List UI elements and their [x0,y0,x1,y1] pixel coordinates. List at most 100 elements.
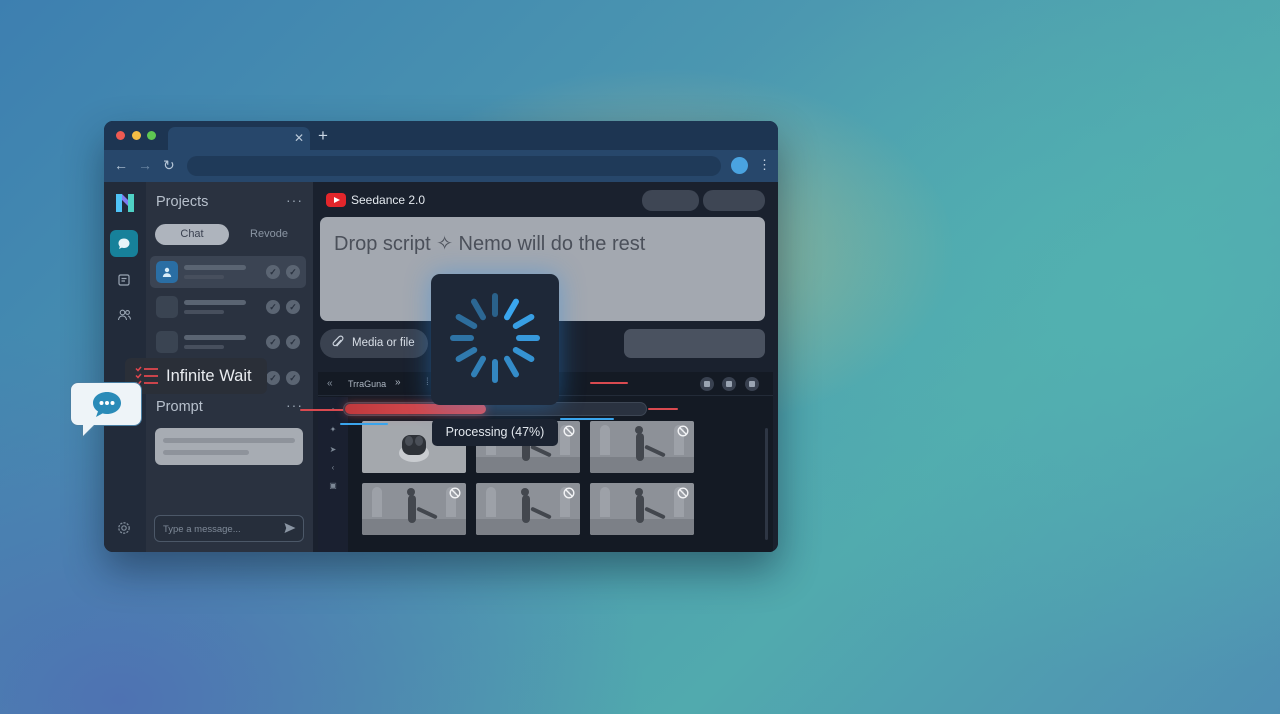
item-subtitle-placeholder [184,275,224,279]
clip-thumbnail[interactable] [362,483,466,535]
paperclip-icon [332,335,344,347]
blocked-icon[interactable] [563,425,575,437]
glitch-streak [340,423,388,425]
glitch-streak [300,409,344,411]
check-icon[interactable]: ✓ [266,265,280,279]
view-segment-control: Chat Revode [155,224,303,245]
refresh-icon[interactable] [745,377,759,391]
rail-tasks-button[interactable] [110,266,138,293]
browser-tab[interactable]: ✕ [168,127,310,150]
address-bar[interactable] [187,156,721,176]
browser-menu-icon[interactable]: ⋮ [758,157,771,173]
star-tool-icon[interactable]: ✦ [328,425,338,435]
forward-arrow-icon[interactable]: → [138,157,152,173]
item-title-placeholder [184,265,246,270]
segment-chat[interactable]: Chat [155,224,229,245]
new-tab-button[interactable]: + [318,127,328,145]
speech-bubble [70,382,142,440]
segment-revode[interactable]: Revode [235,224,303,245]
message-input[interactable] [163,522,273,536]
app-name: Seedance 2.0 [351,193,426,207]
clip-thumbnail[interactable] [590,421,694,473]
project-list-item[interactable]: ✓ ✓ [150,291,306,323]
send-icon[interactable] [283,521,297,535]
prompt-line-placeholder [163,438,295,443]
dancer-leg [644,506,666,520]
user-avatar [156,261,178,283]
spinner-spoke [504,298,519,321]
check-icon[interactable]: ✓ [266,300,280,314]
minimize-window-button[interactable] [132,131,141,140]
spinner-spoke [455,347,478,362]
processing-status: Processing (47%) [432,419,558,446]
rewind-icon[interactable]: « [327,378,333,389]
spinner-spoke [512,347,535,362]
item-title-placeholder [184,335,246,340]
rail-chat-button[interactable] [110,230,138,257]
item-subtitle-placeholder [184,310,224,314]
project-list-item[interactable]: ✓ ✓ [150,326,306,358]
back-tool-icon[interactable]: ‹ [328,463,338,473]
speech-bubble-icon [93,392,121,417]
project-list-item[interactable]: ✓ ✓ [150,256,306,288]
infinite-wait-label: Infinite Wait [166,367,252,385]
reload-icon[interactable]: ↻ [163,157,175,173]
infinite-wait-badge: Infinite Wait [125,358,267,394]
frame-tool-icon[interactable]: ▣ [328,481,338,491]
export-icon[interactable] [700,377,714,391]
users-icon [117,309,131,320]
glitch-streak [590,382,628,384]
blocked-icon[interactable] [563,487,575,499]
record-icon[interactable] [722,377,736,391]
check-icon[interactable]: ✓ [286,300,300,314]
close-window-button[interactable] [116,131,125,140]
prompt-title: Prompt [156,399,203,415]
gear-icon[interactable] [116,520,132,536]
dancer-leg [530,506,552,520]
maximize-window-button[interactable] [147,131,156,140]
close-tab-icon[interactable]: ✕ [294,131,304,145]
check-icon[interactable]: ✓ [286,265,300,279]
check-icon[interactable]: ✓ [286,335,300,349]
blocked-icon[interactable] [677,425,689,437]
prompt-card[interactable] [155,428,303,465]
spinner-spoke [471,298,486,321]
item-subtitle-placeholder [184,345,224,349]
dancer-leg [416,506,438,520]
check-icon[interactable]: ✓ [286,371,300,385]
dancer-figure [635,488,644,523]
app-logo [116,194,134,212]
clip-thumbnail[interactable] [476,483,580,535]
thumbnail-arch [600,487,610,517]
editor-scrollbar[interactable] [765,428,768,540]
rail-team-button[interactable] [110,301,138,328]
thumbnail-arch [600,425,610,455]
profile-avatar[interactable] [731,157,748,174]
media-upload-button[interactable]: Media or file [320,329,428,358]
check-icon[interactable]: ✓ [266,371,280,385]
prompt-line-placeholder [163,450,249,455]
dancer-leg [530,444,552,458]
browser-toolbar: ← → ↻ ⋮ [104,150,778,182]
spinner-spoke [455,314,478,329]
header-action-button[interactable] [642,190,699,211]
dancer-figure [407,488,416,523]
blocked-icon[interactable] [677,487,689,499]
chat-icon [118,238,130,249]
clipboard-icon [118,273,130,286]
header-action-button[interactable] [703,190,765,211]
cursor-tool-icon[interactable]: ➤ [328,445,338,455]
blocked-icon[interactable] [449,487,461,499]
spinner-spoke [504,355,519,378]
projects-more-icon[interactable]: ··· [286,192,303,208]
clip-thumbnail[interactable] [590,483,694,535]
check-icon[interactable]: ✓ [266,335,280,349]
spinner-spoke [471,355,486,378]
timeline-marker-icon: ⁞ [426,377,429,388]
fast-forward-icon[interactable]: » [395,377,401,388]
back-arrow-icon[interactable]: ← [114,157,128,173]
generate-button[interactable] [624,329,765,358]
dropzone-hint: Drop script ✧ Nemo will do the rest [334,233,646,255]
video-app-logo [326,193,346,207]
user-icon [162,267,172,277]
